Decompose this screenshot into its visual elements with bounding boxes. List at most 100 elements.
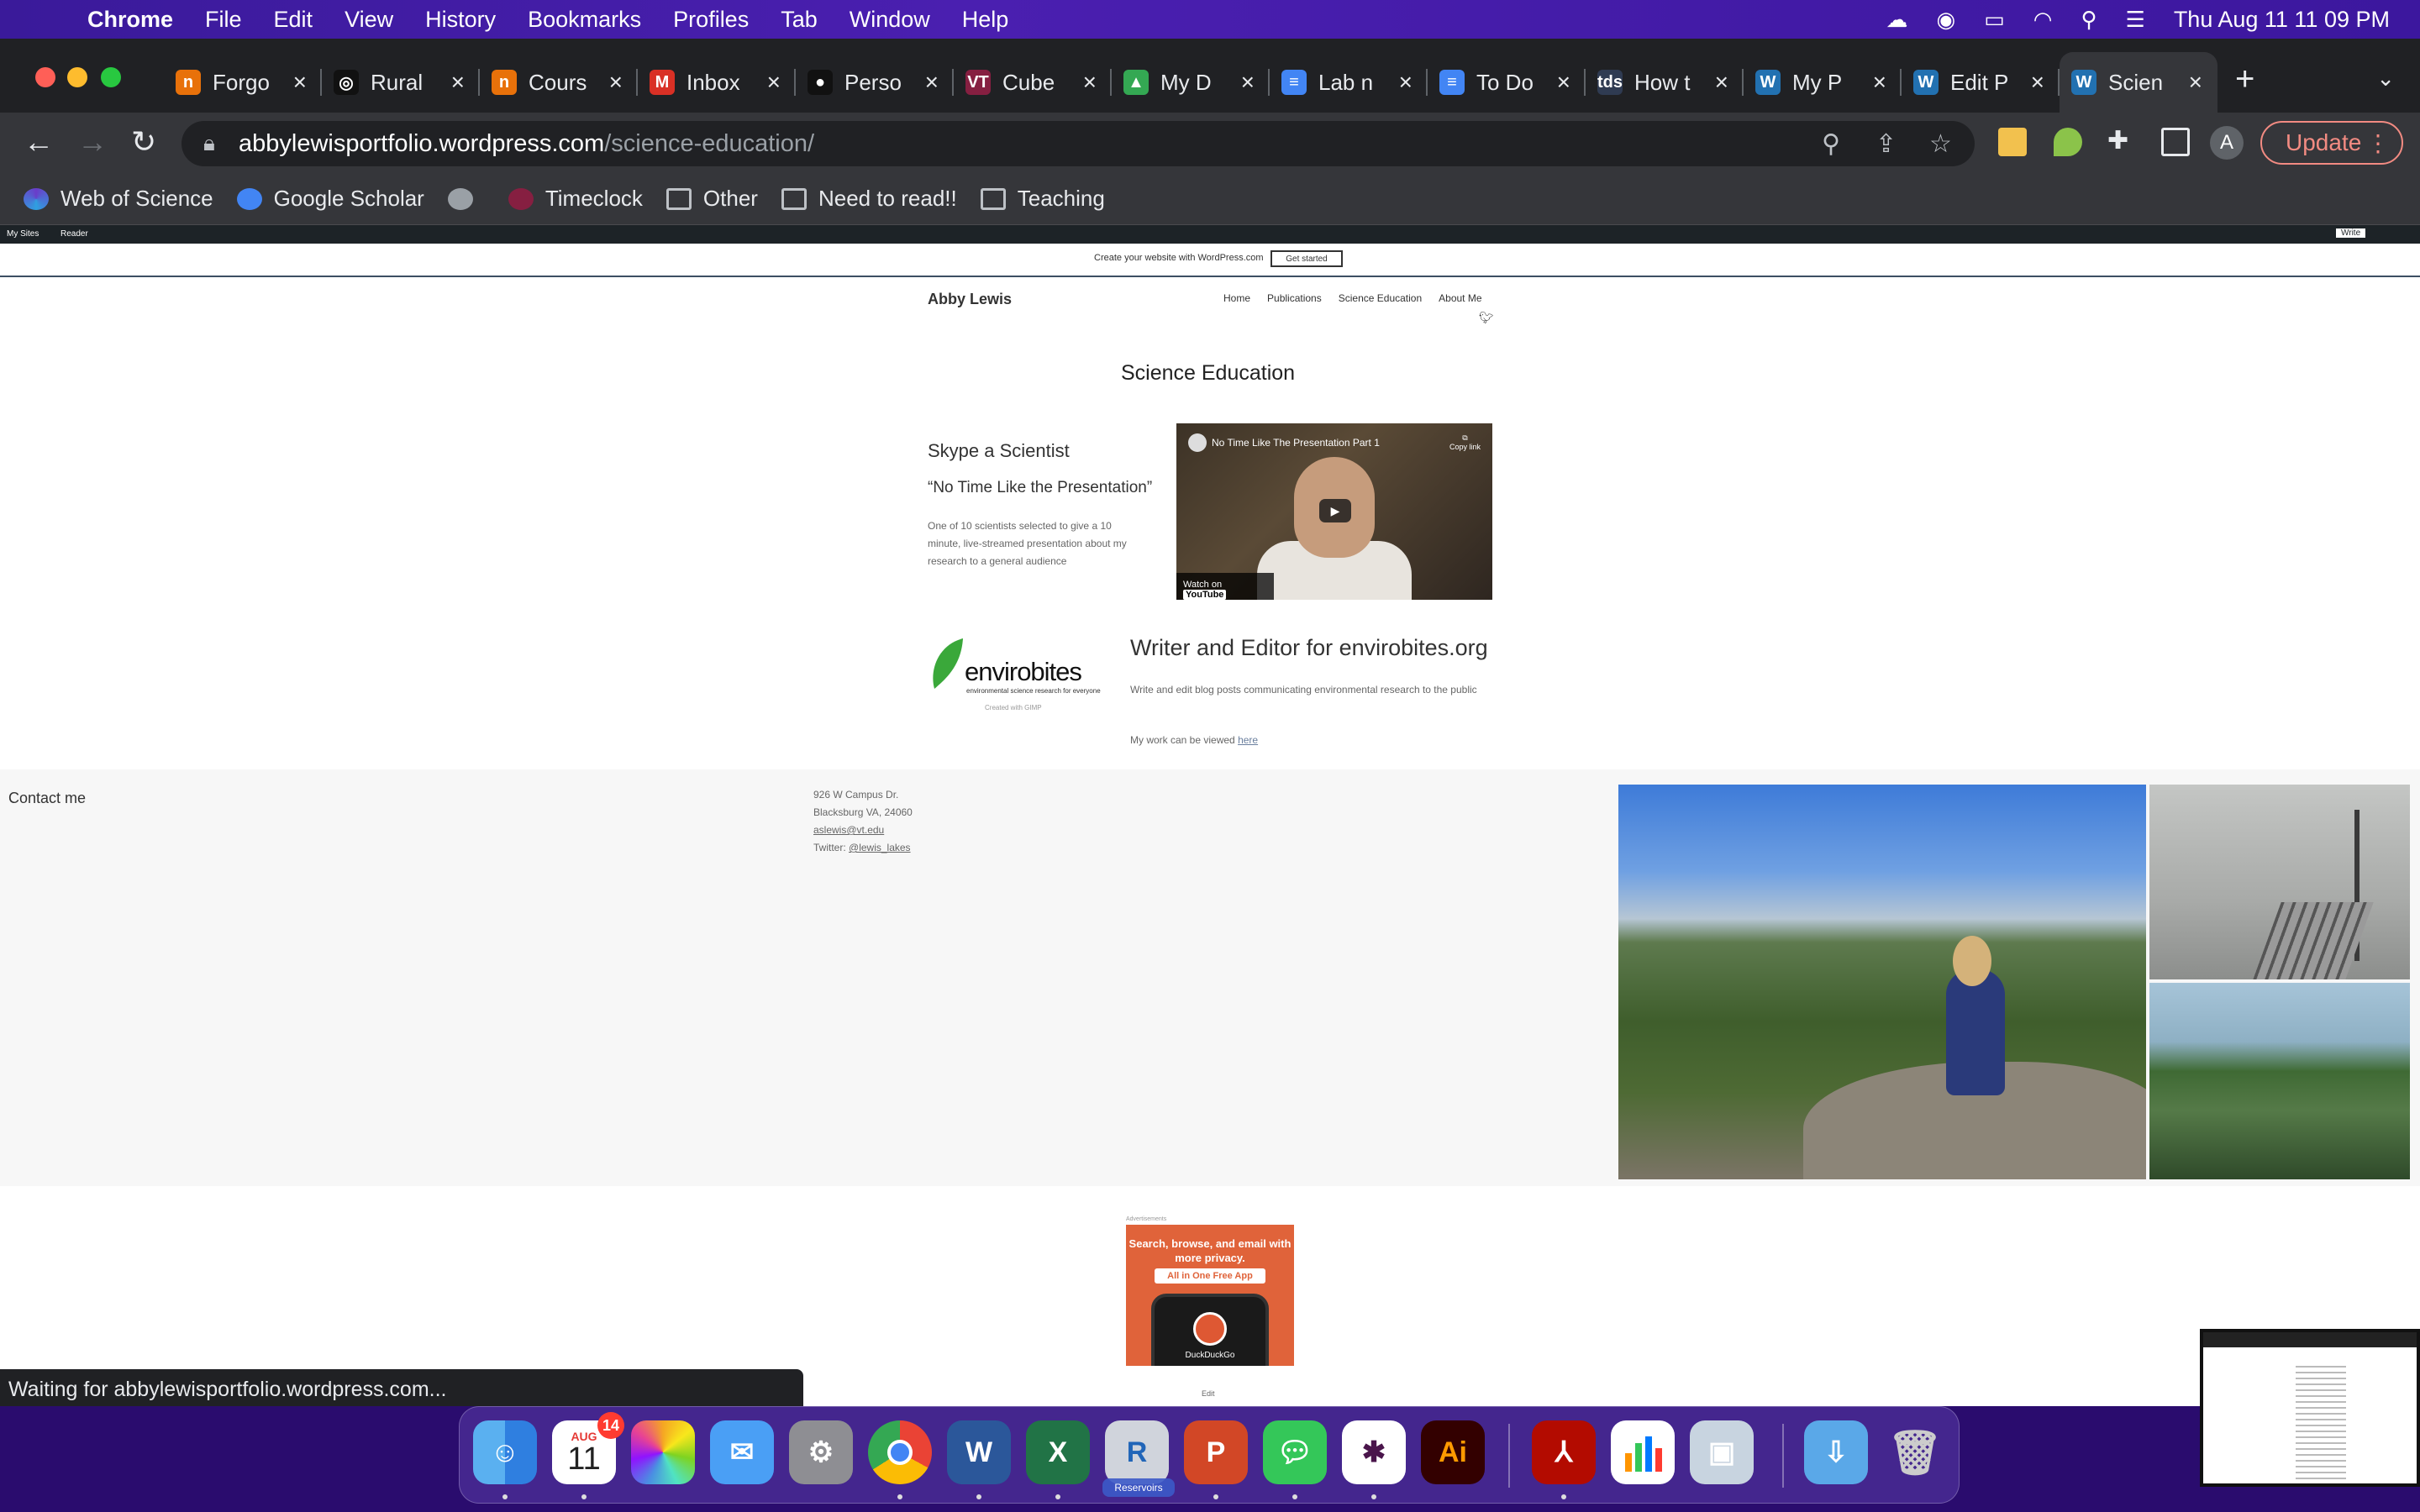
- tab-search-chevron-icon[interactable]: ⌄: [2376, 66, 2395, 92]
- creative-cloud-icon[interactable]: ☁: [1886, 7, 1908, 33]
- tab-0[interactable]: n Forgo ×: [164, 52, 322, 113]
- zoom-window-button[interactable]: [101, 67, 121, 87]
- battery-icon[interactable]: ▭: [1984, 7, 2005, 33]
- side-panel-icon[interactable]: [2161, 128, 2190, 156]
- pond-reeds-photo[interactable]: [2149, 983, 2410, 1179]
- tab-close-icon[interactable]: ×: [451, 69, 465, 96]
- email-link[interactable]: aslewis@vt.edu: [813, 824, 884, 836]
- wp-write-button[interactable]: Write: [2336, 228, 2366, 238]
- extension-drop-icon[interactable]: [2054, 128, 2082, 156]
- wp-my-sites-link[interactable]: My Sites: [7, 229, 39, 239]
- nav-publications[interactable]: Publications: [1267, 292, 1322, 304]
- tab-close-icon[interactable]: ×: [925, 69, 939, 96]
- menu-history[interactable]: History: [425, 7, 496, 33]
- menu-tab[interactable]: Tab: [781, 7, 818, 33]
- tab-2[interactable]: n Cours ×: [480, 52, 638, 113]
- channel-avatar[interactable]: [1188, 433, 1207, 452]
- bookmark-6[interactable]: Teaching: [980, 186, 1105, 212]
- reload-button[interactable]: ↻: [131, 124, 156, 160]
- bookmark-4[interactable]: Other: [666, 186, 758, 212]
- back-button[interactable]: ←: [24, 124, 54, 160]
- video-title[interactable]: No Time Like The Presentation Part 1: [1212, 437, 1380, 449]
- copy-link-button[interactable]: ⧉ Copy link: [1449, 433, 1481, 451]
- youtube-video-embed[interactable]: No Time Like The Presentation Part 1 ⧉ Co…: [1176, 423, 1492, 600]
- minimized-window-thumbnail[interactable]: [2200, 1329, 2420, 1487]
- menubar-clock[interactable]: Thu Aug 11 11 09 PM: [2174, 7, 2390, 33]
- bookmark-3[interactable]: Timeclock: [508, 186, 643, 212]
- trash-icon[interactable]: 🗑︎: [1883, 1420, 1947, 1484]
- tab-5[interactable]: VT Cube ×: [954, 52, 1112, 113]
- bookmark-2[interactable]: [447, 187, 485, 210]
- wifi-icon[interactable]: ◠: [2033, 7, 2053, 33]
- new-tab-button[interactable]: +: [2235, 60, 2254, 98]
- tab-close-icon[interactable]: ×: [767, 69, 781, 96]
- wp-reader-link[interactable]: Reader: [60, 229, 88, 239]
- more-menu-icon[interactable]: ⋮: [2366, 129, 2390, 157]
- tab-close-icon[interactable]: ×: [609, 69, 623, 96]
- spotlight-search-icon[interactable]: ⚲: [2081, 7, 2096, 33]
- profile-avatar[interactable]: A: [2210, 126, 2244, 160]
- tab-7[interactable]: ≡ Lab n ×: [1270, 52, 1428, 113]
- r-app-icon[interactable]: R: [1105, 1420, 1169, 1484]
- numbers-icon[interactable]: [1611, 1420, 1675, 1484]
- update-button[interactable]: Update ⋮: [2260, 121, 2403, 165]
- tab-close-icon[interactable]: ×: [1873, 69, 1886, 96]
- menu-profiles[interactable]: Profiles: [673, 7, 749, 33]
- excel-icon[interactable]: X: [1026, 1420, 1090, 1484]
- zoom-icon[interactable]: ⚲: [1822, 129, 1840, 159]
- tab-close-icon[interactable]: ×: [1083, 69, 1097, 96]
- tab-close-icon[interactable]: ×: [1399, 69, 1413, 96]
- tab-6[interactable]: ▲ My D ×: [1112, 52, 1270, 113]
- close-window-button[interactable]: [35, 67, 55, 87]
- get-started-button[interactable]: Get started: [1270, 250, 1343, 267]
- minimize-window-button[interactable]: [67, 67, 87, 87]
- nav-about-me[interactable]: About Me: [1439, 292, 1481, 304]
- tab-close-icon[interactable]: ×: [2031, 69, 2044, 96]
- control-center-icon[interactable]: ☰: [2126, 7, 2145, 33]
- bookmark-star-icon[interactable]: ☆: [1929, 129, 1952, 159]
- tab-10[interactable]: W My P ×: [1744, 52, 1902, 113]
- edit-link[interactable]: Edit: [1202, 1389, 1215, 1398]
- forward-button[interactable]: →: [77, 124, 108, 160]
- tab-close-icon[interactable]: ×: [293, 69, 307, 96]
- screen-mirror-icon[interactable]: ◉: [1937, 7, 1956, 33]
- tab-4[interactable]: ● Perso ×: [796, 52, 954, 113]
- extensions-puzzle-icon[interactable]: ✚: [2107, 126, 2128, 155]
- menu-help[interactable]: Help: [962, 7, 1009, 33]
- bookmark-1[interactable]: Google Scholar: [236, 186, 424, 212]
- bookmark-0[interactable]: Web of Science: [24, 186, 213, 212]
- twitter-handle-link[interactable]: @lewis_lakes: [849, 842, 911, 853]
- site-title[interactable]: Abby Lewis: [928, 291, 1012, 308]
- duckduckgo-ad[interactable]: Search, browse, and email with more priv…: [1126, 1225, 1294, 1366]
- foggy-pier-photo[interactable]: [2149, 785, 2410, 979]
- tab-3[interactable]: M Inbox ×: [638, 52, 796, 113]
- twitter-icon[interactable]: 🐦︎: [1479, 311, 1494, 325]
- mountain-overlook-photo[interactable]: [1618, 785, 2146, 1179]
- tab-8[interactable]: ≡ To Do ×: [1428, 52, 1586, 113]
- bookmark-5[interactable]: Need to read!!: [781, 186, 957, 212]
- tab-close-icon[interactable]: ×: [2189, 69, 2202, 96]
- tab-12[interactable]: W Scien ×: [2060, 52, 2217, 113]
- watch-on-youtube-button[interactable]: Watch on YouTube: [1176, 573, 1274, 600]
- nav-home[interactable]: Home: [1223, 292, 1250, 304]
- tab-11[interactable]: W Edit P ×: [1902, 52, 2060, 113]
- acrobat-icon[interactable]: ⅄: [1532, 1420, 1596, 1484]
- finder-icon[interactable]: ☺: [473, 1420, 537, 1484]
- nav-science-education[interactable]: Science Education: [1339, 292, 1422, 304]
- menu-window[interactable]: Window: [850, 7, 930, 33]
- share-icon[interactable]: ⇪: [1876, 129, 1897, 159]
- menu-bookmarks[interactable]: Bookmarks: [528, 7, 641, 33]
- menu-edit[interactable]: Edit: [274, 7, 313, 33]
- tab-close-icon[interactable]: ×: [1241, 69, 1255, 96]
- slack-icon[interactable]: ✱: [1342, 1420, 1406, 1484]
- system-preferences-icon[interactable]: ⚙: [789, 1420, 853, 1484]
- chrome-icon[interactable]: [868, 1420, 932, 1484]
- mail-icon[interactable]: ✉: [710, 1420, 774, 1484]
- powerpoint-icon[interactable]: P: [1184, 1420, 1248, 1484]
- menu-file[interactable]: File: [205, 7, 242, 33]
- downloads-folder-icon[interactable]: ⇩: [1804, 1420, 1868, 1484]
- extension-calculator-icon[interactable]: [1998, 128, 2027, 156]
- preview-icon[interactable]: ▣: [1690, 1420, 1754, 1484]
- photos-icon[interactable]: [631, 1420, 695, 1484]
- lock-icon[interactable]: 🔒︎: [203, 130, 215, 157]
